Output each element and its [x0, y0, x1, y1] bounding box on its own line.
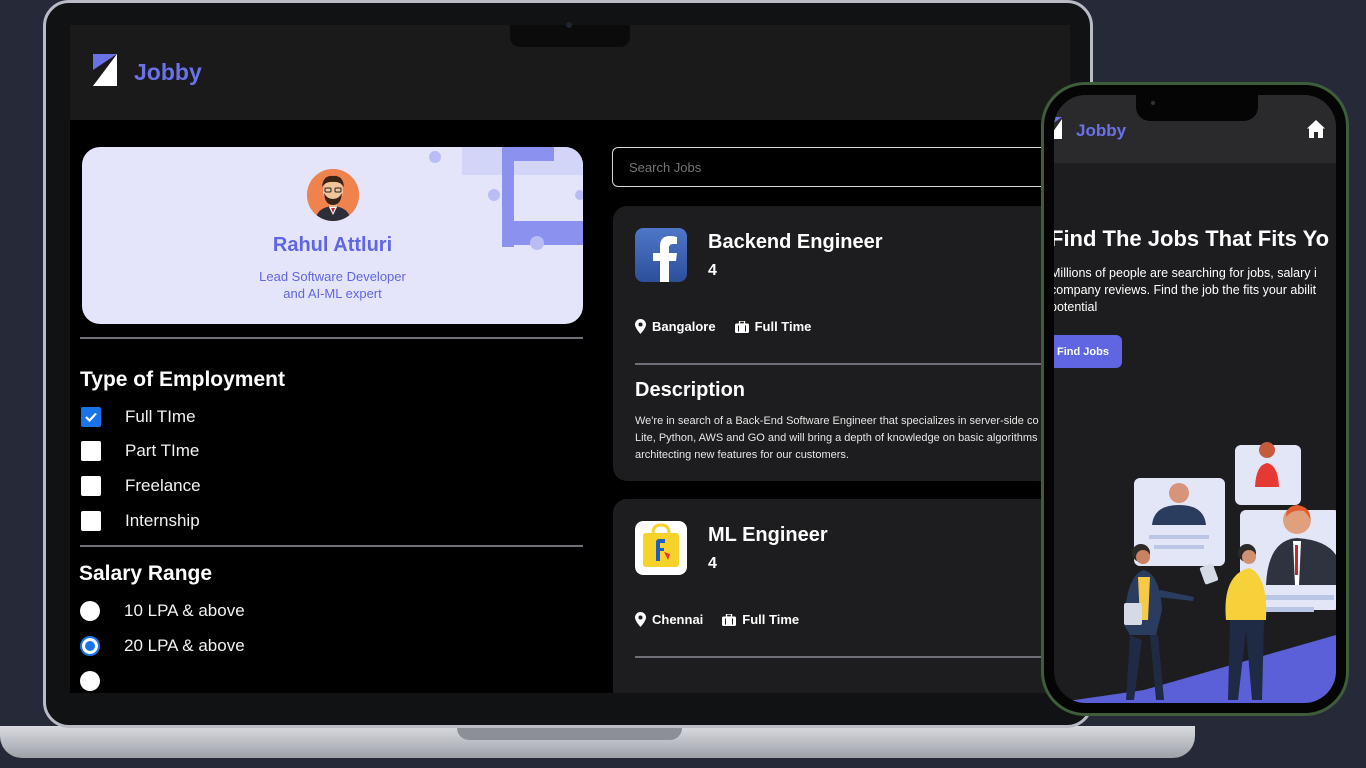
profile-divider — [80, 337, 583, 339]
description-line: We're in search of a Back-End Software E… — [635, 415, 1039, 427]
search-input[interactable] — [612, 147, 1070, 187]
checkmark-icon — [85, 412, 97, 423]
laptop-screen: Jobby Rahul Attluri Lead Software Develo… — [70, 25, 1070, 693]
job-employment-type-text: Full Time — [742, 612, 800, 627]
phone-brand-name[interactable]: Jobby — [1076, 121, 1126, 141]
profile-bio-line-1: Lead Software Developer — [259, 269, 406, 284]
find-jobs-button[interactable]: Find Jobs — [1054, 335, 1122, 368]
laptop-camera — [566, 22, 572, 28]
briefcase-icon — [734, 320, 749, 333]
job-location: Bangalore — [635, 319, 716, 334]
option-label: 20 LPA & above — [124, 636, 245, 655]
job-meta: Bangalore Full Time — [635, 319, 830, 334]
hiring-illustration — [1054, 442, 1336, 703]
description-line: Lite, Python, AWS and GO and will bring … — [635, 432, 1038, 444]
description-heading: Description — [635, 379, 746, 401]
job-description: We're in search of a Back-End Software E… — [635, 413, 1070, 464]
location-pin-icon — [635, 319, 646, 334]
job-divider — [635, 656, 1070, 658]
job-rating: 4 — [708, 555, 717, 572]
checkbox-part-time[interactable] — [81, 441, 101, 461]
job-employment-type-text: Full Time — [754, 319, 812, 334]
hero-description-line: Millions of people are searching for job… — [1054, 266, 1317, 280]
laptop-notch — [510, 25, 630, 47]
laptop-hinge-groove — [457, 726, 682, 740]
checkbox-internship[interactable] — [81, 511, 101, 531]
employment-divider — [80, 545, 583, 547]
employment-option-part-time[interactable]: Part TIme — [81, 441, 199, 461]
radio-partially-visible[interactable] — [80, 671, 100, 691]
job-rating: 4 — [708, 262, 717, 279]
job-meta: Chennai Full Time — [635, 612, 818, 627]
job-location-text: Bangalore — [652, 319, 716, 334]
profile-card: Rahul Attluri Lead Software Developer an… — [82, 147, 583, 324]
profile-bio-line-2: and AI-ML expert — [283, 286, 382, 301]
home-icon[interactable] — [1306, 119, 1326, 139]
salary-range-heading: Salary Range — [79, 562, 213, 585]
option-label: 10 LPA & above — [124, 601, 245, 620]
job-card[interactable]: Backend Engineer 4 Bangalore Full Time D… — [613, 206, 1070, 481]
avatar — [307, 169, 359, 221]
option-label: Freelance — [125, 476, 201, 495]
phone-notch — [1136, 95, 1258, 121]
option-label: Internship — [125, 511, 200, 530]
option-label: Part TIme — [125, 441, 200, 460]
profile-name: Rahul Attluri — [272, 234, 393, 256]
hero-description-line: company reviews. Find the job the fits y… — [1054, 283, 1317, 297]
briefcase-icon — [722, 613, 737, 626]
employment-option-full-time[interactable]: Full TIme — [81, 407, 196, 427]
jobby-logo-icon[interactable] — [1054, 117, 1062, 139]
hero-title: Find The Jobs That Fits Yo — [1054, 226, 1330, 251]
hero-description: Millions of people are searching for job… — [1054, 265, 1336, 316]
job-title: Backend Engineer — [708, 231, 883, 253]
jobby-logo-icon[interactable] — [93, 54, 117, 86]
job-employment-type: Full Time — [722, 612, 799, 627]
job-card[interactable]: ML Engineer 4 Chennai Full Time — [613, 499, 1070, 693]
facebook-logo-icon — [635, 228, 687, 282]
job-location: Chennai — [635, 612, 703, 627]
salary-option-10-lpa[interactable]: 10 LPA & above — [80, 601, 245, 621]
checkbox-full-time[interactable] — [81, 407, 101, 427]
description-line: architecting new features for our custom… — [635, 449, 849, 461]
radio-10-lpa[interactable] — [80, 601, 100, 621]
app-brand-name[interactable]: Jobby — [134, 59, 202, 86]
phone-screen: Jobby Find The Jobs That Fits Yo Million… — [1054, 95, 1336, 703]
avatar-illustration — [307, 169, 359, 221]
location-pin-icon — [635, 612, 646, 627]
employment-type-heading: Type of Employment — [80, 368, 285, 391]
job-divider — [635, 363, 1070, 365]
profile-bio: Lead Software Developer and AI-ML expert — [232, 268, 433, 302]
job-location-text: Chennai — [652, 612, 704, 627]
salary-option-20-lpa[interactable]: 20 LPA & above — [80, 636, 245, 656]
job-employment-type: Full Time — [734, 319, 812, 334]
option-label: Full TIme — [125, 407, 196, 426]
checkbox-freelance[interactable] — [81, 476, 101, 496]
hero-description-line: potential — [1054, 300, 1098, 314]
job-title: ML Engineer — [708, 524, 828, 546]
flipkart-logo-icon — [635, 521, 687, 575]
employment-option-internship[interactable]: Internship — [81, 511, 200, 531]
employment-option-freelance[interactable]: Freelance — [81, 476, 201, 496]
phone-camera — [1151, 101, 1155, 105]
radio-20-lpa[interactable] — [80, 636, 100, 656]
